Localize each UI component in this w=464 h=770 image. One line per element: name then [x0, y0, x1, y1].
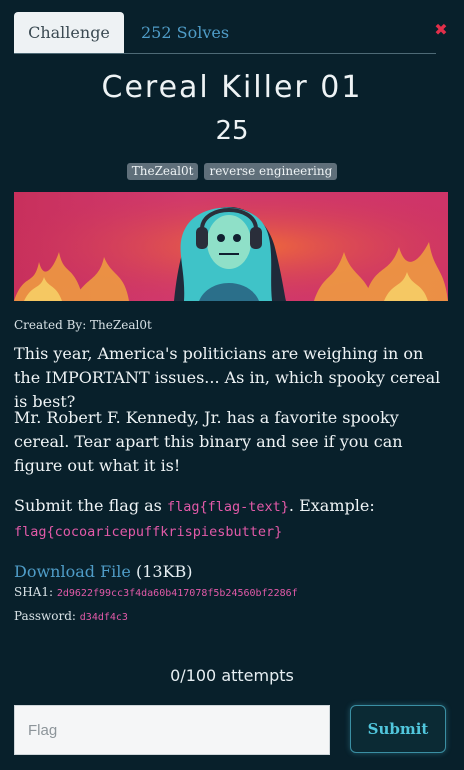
- description-paragraph-2: Mr. Robert F. Kennedy, Jr. has a favorit…: [14, 408, 403, 475]
- tab-solves[interactable]: 252 Solves: [141, 12, 229, 53]
- banner-illustration: [14, 192, 448, 301]
- password-label: Password:: [14, 609, 80, 623]
- challenge-title: Cereal Killer 01: [101, 70, 363, 105]
- download-row: Download File (13KB): [14, 562, 193, 581]
- tag-category: reverse engineering: [204, 163, 338, 180]
- challenge-banner-image: [14, 192, 448, 301]
- tab-challenge[interactable]: Challenge: [14, 12, 124, 53]
- sha1-label: SHA1:: [14, 585, 57, 599]
- example-label: . Example:: [288, 496, 375, 515]
- tag-list: TheZeal0t reverse engineering: [0, 163, 464, 180]
- challenge-points: 25: [215, 116, 249, 146]
- flag-format-instructions: Submit the flag as flag{flag-text}. Exam…: [14, 494, 452, 544]
- attempts-counter: 0/100 attempts: [170, 666, 294, 685]
- password-value: d34df4c3: [79, 612, 128, 623]
- description-paragraph-1: This year, America's politicians are wei…: [14, 344, 441, 411]
- file-size: (13KB): [130, 562, 193, 581]
- password-row: Password: d34df4c3: [14, 609, 128, 623]
- example-flag: flag{cocoaricepuffkrispiesbutter}: [14, 524, 283, 540]
- tag-author: TheZeal0t: [126, 163, 199, 180]
- sha1-value: 2d9622f99cc3f4da60b417078f5b24560bf2286f: [56, 588, 298, 599]
- challenge-tabs: Challenge 252 Solves: [14, 12, 436, 54]
- flag-input[interactable]: [14, 705, 330, 755]
- created-by: Created By: TheZeal0t: [14, 318, 152, 332]
- submit-button[interactable]: Submit: [350, 705, 446, 753]
- submit-prefix: Submit the flag as: [14, 496, 167, 515]
- flag-format: flag{flag-text}: [166, 499, 289, 515]
- close-icon[interactable]: ✖: [432, 21, 450, 39]
- sha1-row: SHA1: 2d9622f99cc3f4da60b417078f5b24560b…: [14, 585, 298, 599]
- download-file-link[interactable]: Download File: [14, 562, 131, 581]
